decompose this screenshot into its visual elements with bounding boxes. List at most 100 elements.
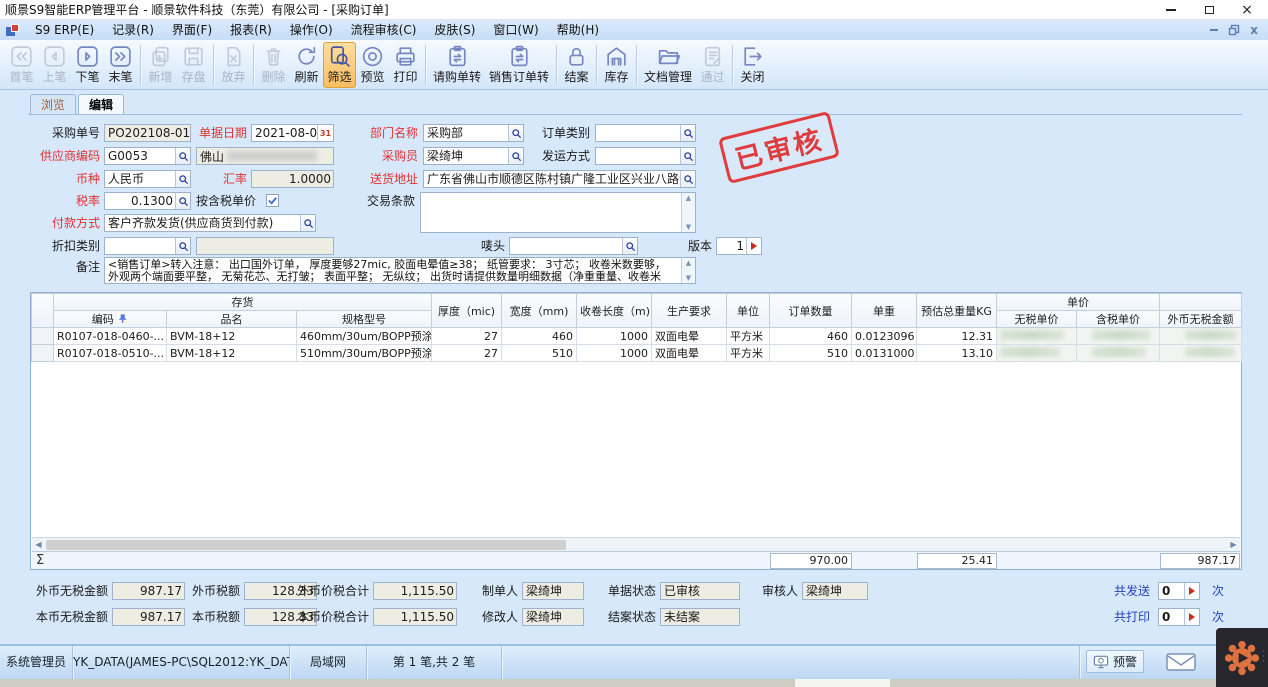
print-button[interactable]: 打印 <box>389 42 422 88</box>
close-window-button[interactable]: × <box>1232 0 1262 20</box>
print-count-spinner[interactable] <box>1184 609 1199 625</box>
menu-item-window[interactable]: 窗口(W) <box>484 20 547 40</box>
calendar-icon[interactable]: 31 <box>317 125 333 141</box>
version-field[interactable]: 1 <box>716 237 762 255</box>
last-record-button[interactable]: 末笔 <box>104 42 137 88</box>
scroll-down-icon[interactable]: ▼ <box>686 274 691 282</box>
group-header-unit-price[interactable]: 单价 <box>997 294 1160 311</box>
mail-button[interactable] <box>1166 652 1196 675</box>
col-header-net-price[interactable]: 无税单价 <box>997 311 1077 328</box>
row-indicator[interactable] <box>32 328 54 345</box>
send-count-spinner[interactable] <box>1184 583 1199 599</box>
row-indicator[interactable] <box>32 345 54 362</box>
tax-included-checkbox[interactable] <box>266 194 279 207</box>
dept-field[interactable]: 采购部 <box>423 124 524 142</box>
lookup-button[interactable] <box>680 125 695 141</box>
lookup-button[interactable] <box>680 171 695 187</box>
table-row[interactable]: R0107-018-0460-... BVM-18+12 460mm/30um/… <box>32 328 1242 345</box>
discount-type-field[interactable] <box>104 237 191 255</box>
inventory-button[interactable]: 库存 <box>600 42 633 88</box>
tab-browse[interactable]: 浏览 <box>30 94 76 115</box>
group-header-inventory[interactable]: 存货 <box>54 294 432 311</box>
menu-item-report[interactable]: 报表(R) <box>221 20 281 40</box>
alert-button[interactable]: 预警 <box>1086 650 1144 673</box>
col-header-tax-price[interactable]: 含税单价 <box>1077 311 1160 328</box>
delivery-address-field[interactable]: 广东省佛山市顺德区陈村镇广隆工业区兴业八路9号之一 <box>423 170 696 188</box>
table-row[interactable]: R0107-018-0510-... BVM-18+12 510mm/30um/… <box>32 345 1242 362</box>
currency-field[interactable]: 人民币 <box>104 170 191 188</box>
approve-button[interactable]: 通过 <box>696 42 729 88</box>
mdi-close-icon[interactable]: x <box>1250 20 1258 40</box>
next-record-button[interactable]: 下笔 <box>71 42 104 88</box>
menu-item-record[interactable]: 记录(R) <box>103 20 163 40</box>
maximize-button[interactable] <box>1194 0 1224 20</box>
order-type-field[interactable] <box>595 124 696 142</box>
col-header-width[interactable]: 宽度（mm) <box>502 294 577 328</box>
filter-button[interactable]: 筛选 <box>323 42 356 88</box>
scroll-up-icon[interactable]: ▲ <box>686 194 691 202</box>
textarea-scrollbar[interactable]: ▲▼ <box>681 193 695 232</box>
menu-item-skin[interactable]: 皮肤(S) <box>425 20 484 40</box>
tax-rate-field[interactable]: 0.1300 <box>104 192 191 210</box>
minimize-button[interactable] <box>1156 0 1186 20</box>
refresh-button[interactable]: 刷新 <box>290 42 323 88</box>
col-header-length[interactable]: 收卷长度（m) <box>577 294 652 328</box>
scroll-up-icon[interactable]: ▲ <box>686 259 691 267</box>
lookup-button[interactable] <box>175 148 190 164</box>
version-spinner[interactable] <box>746 238 761 254</box>
menu-item-workflow[interactable]: 流程审核(C) <box>342 20 426 40</box>
col-header-spec[interactable]: 规格型号 <box>297 311 432 328</box>
col-header-prod-req[interactable]: 生产要求 <box>652 294 727 328</box>
abandon-button[interactable]: 放弃 <box>217 42 250 88</box>
remark-textarea[interactable]: <销售订单>转入注意： 出口国外订单， 厚度要够27mic, 胶面电晕值≥38；… <box>104 257 696 284</box>
textarea-scrollbar[interactable]: ▲▼ <box>681 258 695 283</box>
close-case-button[interactable]: 结案 <box>560 42 593 88</box>
tab-edit[interactable]: 编辑 <box>78 94 124 115</box>
save-button[interactable]: 存盘 <box>177 42 210 88</box>
preview-button[interactable]: 预览 <box>356 42 389 88</box>
scroll-down-icon[interactable]: ▼ <box>686 223 691 231</box>
horizontal-scrollbar[interactable]: ◀ ▶ <box>32 537 1240 551</box>
lookup-button[interactable] <box>508 148 523 164</box>
lookup-button[interactable] <box>175 238 190 254</box>
mdi-minimize-icon[interactable] <box>1210 29 1218 31</box>
supplier-code-field[interactable]: G0053 <box>104 147 191 165</box>
lookup-button[interactable] <box>508 125 523 141</box>
document-management-button[interactable]: 文档管理 <box>640 42 696 88</box>
shipping-mark-field[interactable] <box>509 237 638 255</box>
menu-item-help[interactable]: 帮助(H) <box>548 20 608 40</box>
col-header-code[interactable]: 编码 <box>54 311 167 328</box>
scroll-right-icon[interactable]: ▶ <box>1227 540 1240 549</box>
send-count-field[interactable]: 0 <box>1158 582 1200 600</box>
col-header-unit[interactable]: 单位 <box>727 294 770 328</box>
col-header-fc-amount[interactable]: 外币无税金额 <box>1160 311 1242 328</box>
col-header-thickness[interactable]: 厚度（mic) <box>432 294 502 328</box>
col-header-qty[interactable]: 订单数量 <box>770 294 852 328</box>
buyer-field[interactable]: 梁绮坤 <box>423 147 524 165</box>
lookup-button[interactable] <box>300 215 315 231</box>
close-form-button[interactable]: 关闭 <box>736 42 769 88</box>
doc-date-field[interactable]: 2021-08-04 31 <box>251 124 334 142</box>
col-header-unit-weight[interactable]: 单重 <box>852 294 917 328</box>
scrollbar-thumb[interactable] <box>46 540 566 550</box>
lookup-button[interactable] <box>622 238 637 254</box>
lookup-button[interactable] <box>680 148 695 164</box>
scroll-left-icon[interactable]: ◀ <box>32 540 45 549</box>
mdi-restore-icon[interactable] <box>1228 24 1240 36</box>
purchase-request-transfer-button[interactable]: 请购单转 <box>429 42 485 88</box>
lookup-button[interactable] <box>175 193 190 209</box>
screen-recorder-overlay[interactable]: ··· <box>1216 628 1268 687</box>
ship-method-field[interactable] <box>595 147 696 165</box>
prev-record-button[interactable]: 上笔 <box>38 42 71 88</box>
delete-button[interactable]: 删除 <box>257 42 290 88</box>
menu-item-operation[interactable]: 操作(O) <box>281 20 342 40</box>
trade-terms-textarea[interactable]: ▲▼ <box>420 192 696 233</box>
new-button[interactable]: 新增 <box>144 42 177 88</box>
pin-icon[interactable] <box>117 313 128 324</box>
first-record-button[interactable]: 首笔 <box>5 42 38 88</box>
payment-method-field[interactable]: 客户齐款发货(供应商货到付款) <box>104 214 316 232</box>
menu-item-ui[interactable]: 界面(F) <box>163 20 221 40</box>
col-header-name[interactable]: 品名 <box>167 311 297 328</box>
col-header-total-weight[interactable]: 预估总重量KG <box>917 294 997 328</box>
print-count-field[interactable]: 0 <box>1158 608 1200 626</box>
